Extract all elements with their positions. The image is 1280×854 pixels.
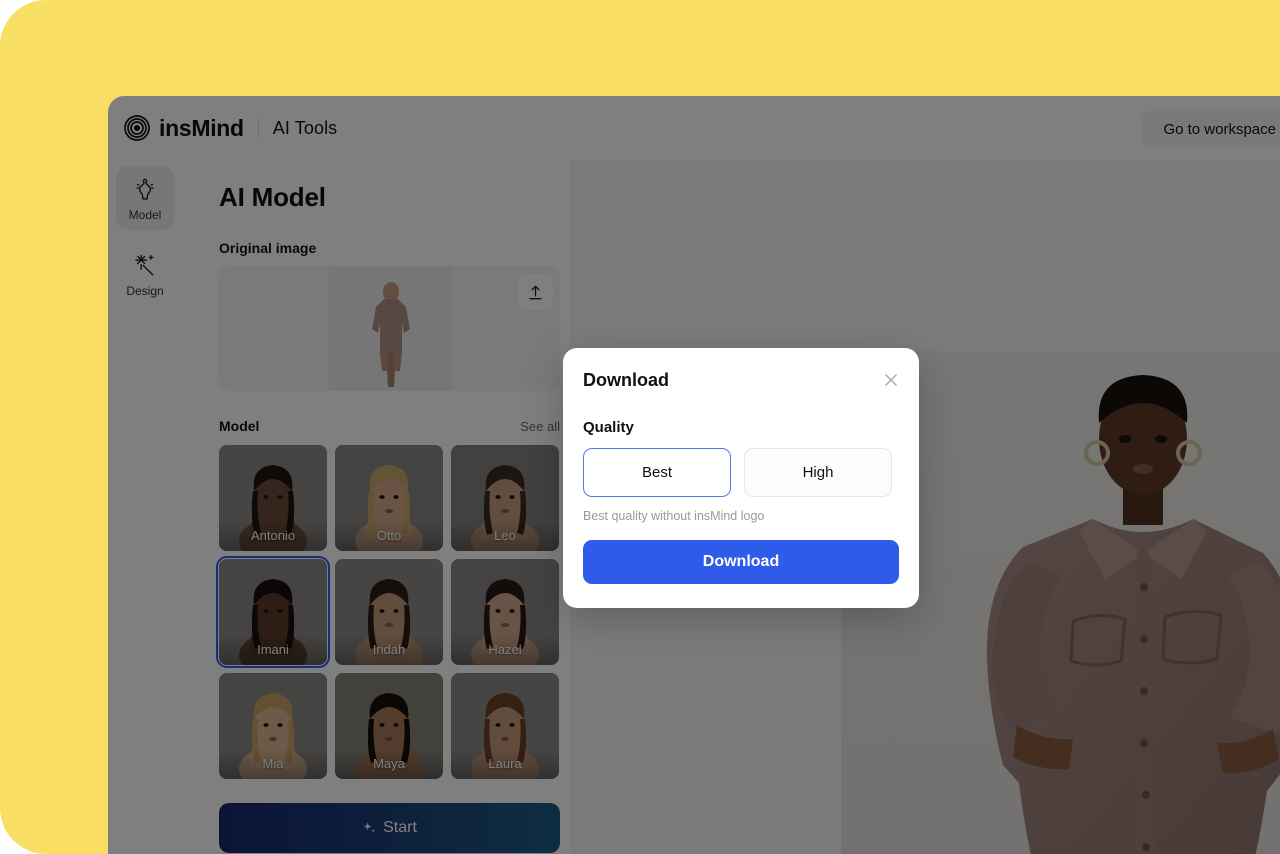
go-to-workspace-label: Go to workspace bbox=[1163, 120, 1276, 138]
page-title: AI Model bbox=[219, 182, 326, 212]
model-grid: Antonio Otto Leo Imani Indah Hazel Mia Maya Laur… bbox=[216, 445, 560, 779]
see-all-link[interactable]: See all bbox=[520, 419, 560, 434]
top-bar: insMind AI Tools Go to workspace bbox=[108, 96, 1280, 160]
close-icon bbox=[885, 374, 897, 386]
start-button[interactable]: Start bbox=[219, 803, 560, 853]
model-card[interactable]: Maya bbox=[335, 673, 443, 779]
quality-option-best[interactable]: Best bbox=[583, 448, 731, 497]
quality-label: Quality bbox=[583, 419, 634, 436]
sidebar-item-design[interactable]: Design bbox=[116, 242, 174, 306]
model-card[interactable]: Mia bbox=[219, 673, 327, 779]
garment-photo-icon bbox=[372, 282, 410, 387]
model-card-label: Mia bbox=[219, 749, 327, 779]
quality-option-high[interactable]: High bbox=[744, 448, 892, 497]
start-button-label: Start bbox=[383, 819, 417, 836]
download-button[interactable]: Download bbox=[583, 540, 899, 584]
screenshot-stage: insMind AI Tools Go to workspace Model D… bbox=[0, 0, 1280, 854]
model-card[interactable]: Indah bbox=[335, 559, 443, 665]
go-to-workspace-button[interactable]: Go to workspace bbox=[1141, 111, 1280, 147]
header-divider bbox=[257, 118, 259, 138]
magic-wand-icon bbox=[135, 254, 154, 276]
sidebar-item-model-label: Model bbox=[128, 208, 162, 222]
sparkle-icon bbox=[363, 821, 376, 833]
dress-form-icon bbox=[136, 178, 154, 200]
original-image-dropzone[interactable] bbox=[219, 266, 560, 391]
model-card-label: Hazel bbox=[451, 635, 559, 665]
model-card[interactable]: Otto bbox=[335, 445, 443, 551]
model-card[interactable]: Leo bbox=[451, 445, 559, 551]
original-image-thumbnail[interactable] bbox=[329, 266, 453, 391]
upload-arrow-icon bbox=[528, 285, 542, 299]
model-card[interactable]: Antonio bbox=[219, 445, 327, 551]
insmind-target-logo-icon bbox=[124, 115, 150, 141]
sidebar-item-model[interactable]: Model bbox=[116, 166, 174, 230]
model-card-label: Leo bbox=[451, 521, 559, 551]
sidebar-rail: Model Design bbox=[108, 160, 182, 854]
dialog-title: Download bbox=[583, 370, 669, 390]
model-card-label: Laura bbox=[451, 749, 559, 779]
quality-hint-text: Best quality without insMind logo bbox=[583, 509, 765, 523]
model-card-label: Imani bbox=[219, 635, 327, 665]
brand-logo[interactable]: insMind bbox=[124, 115, 244, 142]
download-button-label: Download bbox=[702, 553, 780, 570]
download-dialog: Download Quality Best High Best quality … bbox=[563, 348, 919, 608]
sidebar-item-design-label: Design bbox=[126, 284, 164, 298]
model-card[interactable]: Imani bbox=[216, 556, 330, 668]
quality-option-best-label: Best bbox=[641, 464, 672, 481]
close-button[interactable] bbox=[881, 370, 901, 390]
model-card-label: Otto bbox=[335, 521, 443, 551]
left-panel: AI Model Original image Model See all An… bbox=[182, 160, 570, 854]
model-card[interactable]: Hazel bbox=[451, 559, 559, 665]
header-section-title: AI Tools bbox=[272, 117, 338, 138]
quality-option-high-label: High bbox=[802, 464, 834, 481]
brand-name: insMind bbox=[159, 114, 244, 141]
quality-option-group: Best High bbox=[583, 448, 899, 497]
upload-image-button[interactable] bbox=[517, 274, 553, 310]
original-image-label: Original image bbox=[219, 240, 317, 256]
model-section-header: Model See all bbox=[219, 418, 560, 434]
model-card[interactable]: Laura bbox=[451, 673, 559, 779]
model-card-label: Antonio bbox=[219, 521, 327, 551]
model-card-label: Indah bbox=[335, 635, 443, 665]
model-card-label: Maya bbox=[335, 749, 443, 779]
model-section-label: Model bbox=[219, 418, 260, 434]
